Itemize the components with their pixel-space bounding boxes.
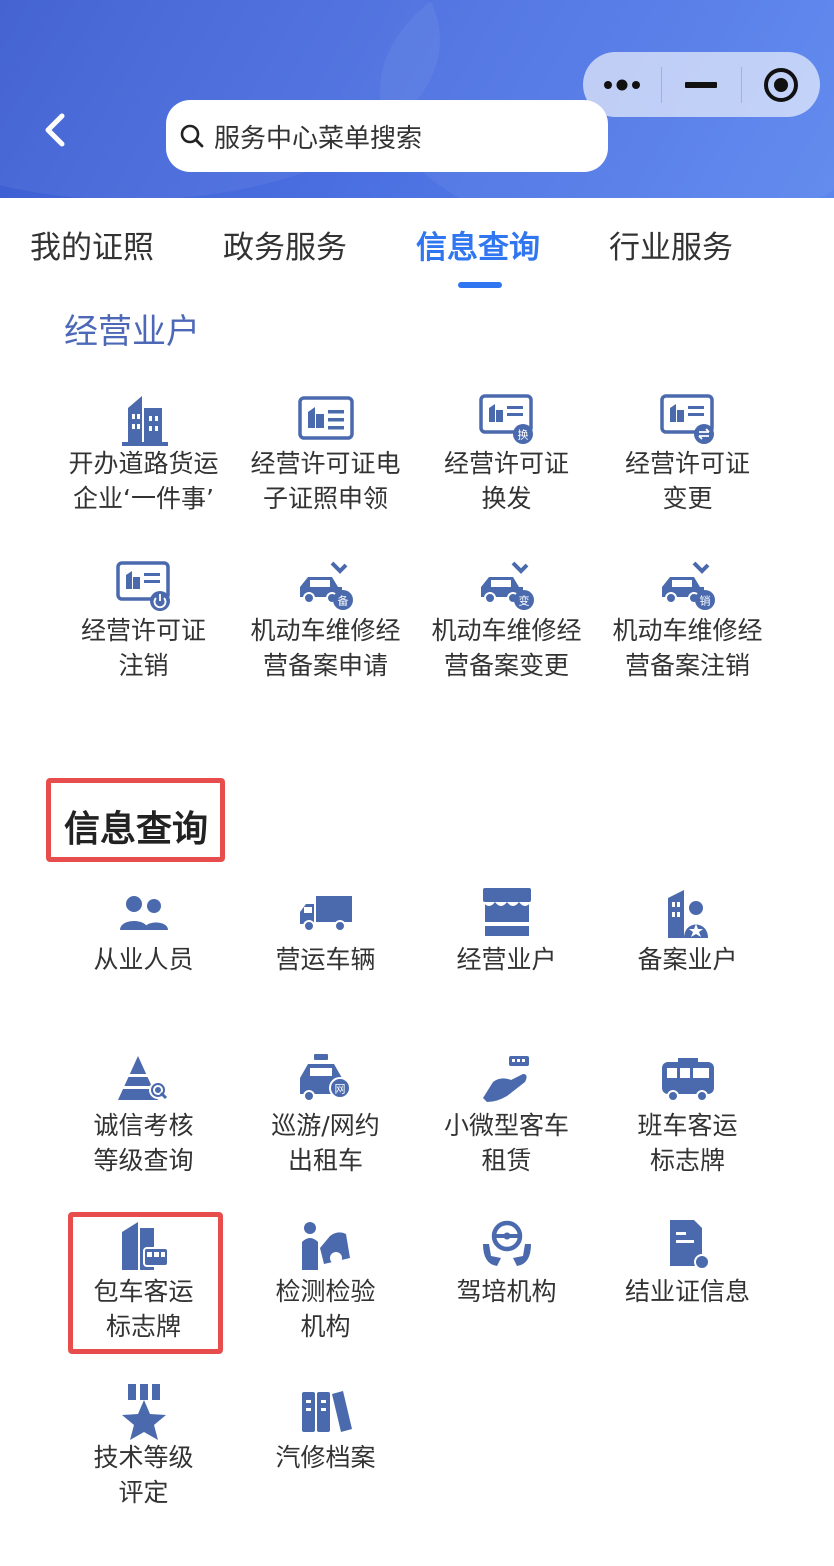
menu-item-technical-grade[interactable]: 技术等级 评定 [53, 1384, 234, 1510]
section-title-business-operators: 经营业户 [64, 312, 200, 352]
menu-item-label: 小微型客车 租赁 [443, 1111, 569, 1175]
menu-item-driving-school[interactable]: 驾培机构 [416, 1218, 597, 1309]
menu-item-credit-rating[interactable]: 诚信考核 等级查询 [53, 1052, 234, 1178]
menu-item-car-rental[interactable]: 小微型客车 租赁 [416, 1052, 597, 1178]
menu-item-graduation-certificate[interactable]: 结业证信息 [597, 1218, 778, 1309]
tab-bar: 我的证照 政务服务 信息查询 行业服务 [0, 200, 834, 290]
menu-item-taxi[interactable]: 网 巡游/网约 出租车 [235, 1052, 416, 1178]
menu-item-license-renewal[interactable]: 换 经营许可证 换发 [416, 390, 597, 516]
menu-item-repair-change[interactable]: 变 机动车维修经 营备案变更 [416, 557, 597, 683]
active-tab-indicator [458, 282, 502, 288]
close-miniprogram-button[interactable] [742, 52, 820, 117]
license-change-icon [659, 394, 714, 444]
shop-icon [482, 888, 531, 936]
menu-item-label: 包车客运 标志牌 [93, 1277, 194, 1341]
menu-item-repair-cancel[interactable]: 销 机动车维修经 营备案注销 [597, 557, 778, 683]
archive-icon [301, 1391, 352, 1432]
tab-my-licenses[interactable]: 我的证照 [30, 222, 154, 267]
truck-icon [299, 896, 352, 932]
people-icon [119, 896, 168, 930]
medal-icon [121, 1384, 166, 1440]
menu-item-label: 技术等级 评定 [93, 1443, 194, 1507]
svg-text:变: 变 [518, 594, 529, 608]
menu-item-label: 检测检验 机构 [275, 1277, 376, 1341]
section-title-info-query: 信息查询 [64, 809, 209, 850]
menu-item-label: 备案业户 [637, 945, 738, 974]
menu-item-freight-enterprise[interactable]: 开办道路货运 企业‘一件事’ [53, 390, 234, 516]
menu-item-label: 班车客运 标志牌 [637, 1111, 738, 1175]
more-dots-icon [604, 79, 641, 90]
header-bar: 服务中心菜单搜索 [0, 0, 834, 198]
menu-item-label: 营运车辆 [275, 945, 376, 974]
menu-item-e-license-apply[interactable]: 经营许可证电 子证照申领 [235, 390, 416, 516]
menu-item-label: 机动车维修经 营备案申请 [250, 616, 401, 680]
menu-item-label: 经营许可证 注销 [80, 616, 206, 680]
menu-item-label: 从业人员 [93, 945, 194, 974]
menu-item-repair-archive[interactable]: 汽修档案 [235, 1384, 416, 1475]
registered-business-icon [667, 890, 708, 938]
menu-item-label: 结业证信息 [624, 1277, 750, 1306]
menu-item-charter-bus-sign[interactable]: 包车客运 标志牌 [53, 1218, 234, 1344]
svg-text:销: 销 [699, 594, 710, 608]
target-icon [763, 67, 798, 102]
shuttle-bus-icon [661, 1058, 714, 1102]
more-menu-button[interactable] [583, 52, 661, 117]
minimize-icon [685, 81, 718, 88]
menu-item-label: 经营许可证电 子证照申领 [250, 449, 401, 513]
tab-industry-services[interactable]: 行业服务 [609, 222, 733, 267]
license-card-icon [297, 396, 354, 440]
svg-text:换: 换 [517, 428, 528, 442]
tab-government-services[interactable]: 政务服务 [223, 222, 347, 267]
menu-item-practitioners[interactable]: 从业人员 [53, 886, 234, 977]
menu-item-operating-vehicles[interactable]: 营运车辆 [235, 886, 416, 977]
car-repair-cancel-icon: 销 [661, 561, 715, 610]
inspection-icon [301, 1222, 350, 1270]
menu-item-registered-businesses[interactable]: 备案业户 [597, 886, 778, 977]
menu-item-label: 机动车维修经 营备案注销 [612, 616, 763, 680]
menu-item-label: 经营许可证 变更 [624, 449, 750, 513]
car-repair-apply-icon: 备 [299, 561, 353, 610]
menu-item-inspection-agency[interactable]: 检测检验 机构 [235, 1218, 416, 1344]
menu-item-label: 驾培机构 [456, 1277, 557, 1306]
car-repair-change-icon: 变 [480, 561, 534, 610]
search-input[interactable]: 服务中心菜单搜索 [166, 100, 608, 172]
building-icon [121, 396, 168, 446]
mini-program-capsule [583, 52, 820, 117]
license-cancel-icon [115, 561, 170, 611]
menu-item-label: 巡游/网约 出租车 [271, 1111, 380, 1175]
menu-item-label: 经营业户 [456, 945, 557, 974]
credit-rating-icon [117, 1056, 167, 1100]
menu-item-label: 诚信考核 等级查询 [93, 1111, 194, 1175]
menu-item-license-change[interactable]: 经营许可证 变更 [597, 390, 778, 516]
car-rental-icon [482, 1056, 529, 1102]
menu-item-label: 开办道路货运 企业‘一件事’ [68, 449, 219, 513]
driving-school-icon [482, 1220, 531, 1266]
svg-text:备: 备 [337, 594, 348, 608]
menu-item-license-cancel[interactable]: 经营许可证 注销 [53, 557, 234, 683]
certificate-icon [669, 1220, 710, 1270]
back-arrow-icon[interactable] [36, 108, 76, 152]
menu-item-label: 经营许可证 换发 [443, 449, 569, 513]
charter-bus-icon [121, 1222, 169, 1270]
minimize-button[interactable] [662, 52, 740, 117]
menu-item-business-operators[interactable]: 经营业户 [416, 886, 597, 977]
search-placeholder: 服务中心菜单搜索 [214, 123, 423, 154]
license-exchange-icon: 换 [478, 394, 533, 444]
menu-item-repair-apply[interactable]: 备 机动车维修经 营备案申请 [235, 557, 416, 683]
svg-text:网: 网 [334, 1083, 345, 1096]
menu-item-label: 机动车维修经 营备案变更 [431, 616, 582, 680]
menu-item-label: 汽修档案 [275, 1443, 376, 1472]
search-icon [180, 124, 204, 148]
taxi-icon: 网 [299, 1054, 351, 1102]
tab-info-query[interactable]: 信息查询 [416, 222, 540, 267]
menu-item-shuttle-bus-sign[interactable]: 班车客运 标志牌 [597, 1052, 778, 1178]
